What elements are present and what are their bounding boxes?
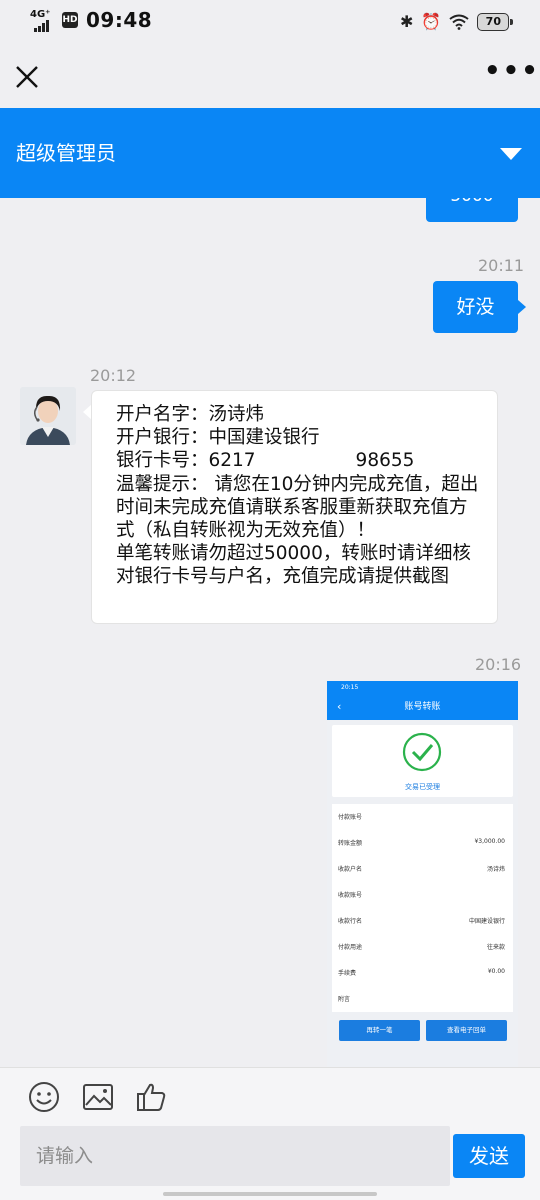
timestamp: 20:11 (478, 256, 525, 275)
detail-label: 收款账号 (338, 892, 363, 899)
image-status-time: 20:15 (341, 684, 359, 691)
detail-label: 收款行名 (338, 918, 363, 925)
message-bubble-incoming[interactable]: 开户名字：汤诗炜 开户银行：中国建设银行 银行卡号：6217 98655 温馨提… (91, 390, 498, 624)
detail-value: 汤诗炜 (486, 866, 505, 873)
previous-message-bubble[interactable]: 5000 (426, 198, 518, 222)
signal-icon (34, 20, 52, 32)
detail-label: 付款用途 (338, 944, 363, 951)
detail-value: 往来款 (486, 944, 505, 951)
send-button[interactable]: 发送 (453, 1134, 525, 1178)
card-number-line: 银行卡号：6217 98655 (116, 450, 415, 472)
transfer-again-button: 再转一笔 (339, 1020, 420, 1041)
image-title: 账号转账 (404, 702, 441, 712)
success-text: 交易已受理 (405, 783, 440, 791)
message-text: 好没 (456, 296, 495, 318)
close-icon[interactable] (14, 64, 40, 90)
detail-value: 中国建设银行 (468, 918, 505, 925)
more-icon[interactable]: ••• (484, 58, 538, 88)
battery-icon: 70 (477, 13, 514, 31)
network-type: 4G⁺ (30, 9, 51, 20)
hd-badge: HD (62, 12, 78, 28)
detail-label: 转账金额 (338, 840, 363, 847)
image-message[interactable]: 20:15 ‹ 账号转账 交易已受理 付款账号 转账金额 ¥3,000.00 收款… (327, 681, 518, 1067)
dropdown-arrow-icon[interactable] (500, 148, 522, 160)
top-bar: ••• (0, 44, 540, 108)
success-card: 交易已受理 (332, 725, 513, 797)
detail-value: ¥0.00 (487, 968, 505, 975)
input-placeholder: 请输入 (36, 1145, 94, 1167)
detail-value: ¥3,000.00 (474, 838, 505, 845)
check-circle-icon (402, 732, 442, 772)
detail-label: 手续费 (338, 970, 357, 977)
home-indicator[interactable] (163, 1192, 377, 1196)
alarm-icon: ⏰ (421, 12, 442, 31)
image-status-bar: 20:15 (327, 681, 518, 694)
status-icons: ✱ ⏰ 70 (400, 10, 514, 34)
thumbs-up-icon[interactable] (135, 1080, 169, 1114)
limit-notice-line: 单笔转账请勿超过50000，转账时请详细核对银行卡号与户名，充值完成请提供截图 (116, 543, 471, 588)
bubble-tail (518, 300, 526, 314)
reminder-line: 温馨提示： 请您在10分钟内完成充值，超出时间未完成充值请联系客服重新获取充值方… (116, 473, 479, 542)
clock: 09:48 (86, 8, 153, 32)
account-name-line: 开户名字：汤诗炜 (116, 404, 265, 425)
wifi-icon (449, 14, 469, 30)
message-input[interactable]: 请输入 (20, 1126, 450, 1186)
bank-name-line: 开户银行：中国建设银行 (116, 427, 320, 449)
timestamp: 20:12 (90, 366, 137, 385)
previous-message-text: 5000 (450, 198, 493, 206)
status-bar: 4G⁺ HD 09:48 ✱ ⏰ 70 (0, 0, 540, 44)
timestamp: 20:16 (475, 655, 522, 674)
chat-header: 超级管理员 (0, 108, 540, 198)
detail-label: 付款账号 (338, 814, 363, 821)
image-icon[interactable] (81, 1080, 115, 1114)
detail-label: 附言 (338, 996, 351, 1003)
transfer-details: 付款账号 转账金额 ¥3,000.00 收款户名 汤诗炜 收款账号 收款行名 中国建设… (332, 804, 513, 1012)
view-receipt-button: 查看电子回单 (426, 1020, 507, 1041)
emoji-icon[interactable] (27, 1080, 61, 1114)
bluetooth-icon: ✱ (400, 12, 414, 31)
chat-title: 超级管理员 (16, 141, 116, 165)
image-nav-bar: ‹ 账号转账 (327, 694, 518, 720)
message-bubble-outgoing[interactable]: 好没 (433, 281, 518, 333)
agent-avatar[interactable] (20, 387, 76, 445)
detail-label: 收款户名 (338, 866, 363, 873)
